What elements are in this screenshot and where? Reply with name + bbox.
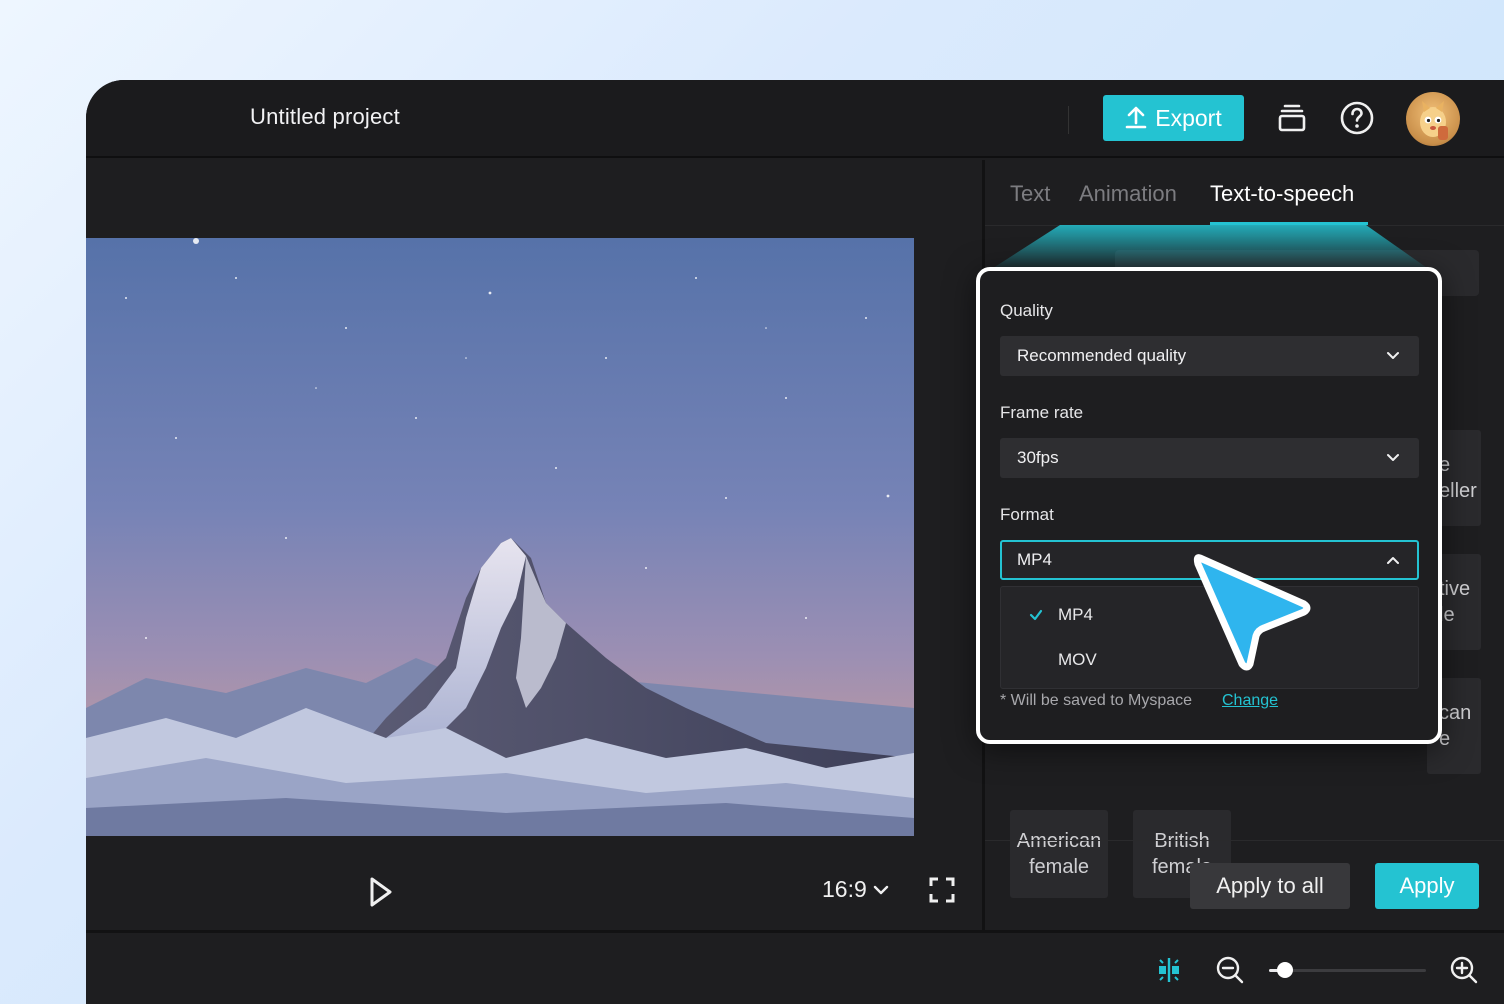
- preview-pane: 16:9: [86, 160, 982, 930]
- zoom-in-button[interactable]: [1449, 955, 1479, 985]
- format-dropdown-list: MP4 MOV: [1000, 586, 1419, 689]
- apply-to-all-button[interactable]: Apply to all: [1190, 863, 1350, 909]
- chevron-up-icon: [1387, 557, 1399, 564]
- help-button[interactable]: [1337, 98, 1377, 138]
- export-label: Export: [1155, 104, 1222, 131]
- format-label: Format: [1000, 505, 1054, 524]
- project-title[interactable]: Untitled project: [250, 104, 400, 130]
- upload-icon: [1125, 106, 1147, 129]
- quality-value: Recommended quality: [1017, 346, 1187, 365]
- format-option-mp4[interactable]: MP4: [1001, 593, 1418, 637]
- tab-text-to-speech[interactable]: Text-to-speech: [1210, 181, 1354, 207]
- video-preview[interactable]: [86, 238, 914, 836]
- avatar[interactable]: [1406, 92, 1460, 146]
- zoom-slider[interactable]: [1269, 962, 1426, 978]
- play-button[interactable]: [366, 874, 396, 910]
- frame-rate-select[interactable]: 30fps: [1000, 438, 1419, 478]
- chevron-down-icon: [1387, 352, 1399, 359]
- topbar-divider: [1068, 106, 1069, 134]
- format-option-mov[interactable]: MOV: [1001, 638, 1418, 682]
- layers-icon: [1278, 104, 1306, 132]
- change-location-link[interactable]: Change: [1222, 692, 1278, 710]
- export-button[interactable]: Export: [1103, 95, 1244, 141]
- save-location-note: * Will be saved to Myspace: [1000, 692, 1193, 709]
- quality-label: Quality: [1000, 301, 1053, 320]
- tab-text[interactable]: Text: [1010, 181, 1050, 207]
- export-settings-popup: Quality Recommended quality Frame rate 3…: [976, 267, 1442, 744]
- zoom-out-button[interactable]: [1215, 955, 1245, 985]
- panel-tabs: Text Animation Text-to-speech: [985, 160, 1504, 226]
- snap-icon: [1159, 958, 1179, 982]
- top-bar: Untitled project Export: [86, 80, 1504, 158]
- frame-rate-label: Frame rate: [1000, 403, 1084, 422]
- zoom-in-icon: [1450, 956, 1478, 984]
- help-icon: [1340, 101, 1374, 135]
- play-icon: [370, 877, 392, 907]
- snap-button[interactable]: [1154, 955, 1184, 985]
- fullscreen-button[interactable]: [928, 876, 956, 904]
- mountain-night-scene: [86, 238, 914, 836]
- quality-select[interactable]: Recommended quality: [1000, 336, 1419, 376]
- aspect-ratio-value: 16:9: [822, 876, 867, 902]
- apply-button[interactable]: Apply: [1375, 863, 1479, 909]
- active-tab-indicator: [1210, 222, 1368, 225]
- frame-rate-value: 30fps: [1017, 448, 1059, 467]
- format-select[interactable]: MP4: [1000, 540, 1419, 580]
- aspect-ratio-selector[interactable]: 16:9: [822, 876, 889, 903]
- panel-actions: Apply to all Apply: [985, 840, 1504, 930]
- chevron-down-icon: [1387, 454, 1399, 461]
- format-value: MP4: [1017, 550, 1052, 569]
- format-option-label: MOV: [1058, 650, 1097, 669]
- tab-animation[interactable]: Animation: [1079, 181, 1177, 207]
- check-icon: [1029, 609, 1043, 621]
- timeline-toolbar: [86, 930, 1504, 1004]
- playback-controls: 16:9: [86, 850, 982, 930]
- zoom-slider-thumb[interactable]: [1276, 962, 1293, 978]
- chevron-down-icon: [873, 885, 888, 894]
- zoom-out-icon: [1216, 956, 1244, 984]
- layers-button[interactable]: [1272, 98, 1312, 138]
- avatar-illustration: [1420, 101, 1448, 140]
- format-option-label: MP4: [1058, 605, 1093, 624]
- fullscreen-icon: [929, 877, 955, 903]
